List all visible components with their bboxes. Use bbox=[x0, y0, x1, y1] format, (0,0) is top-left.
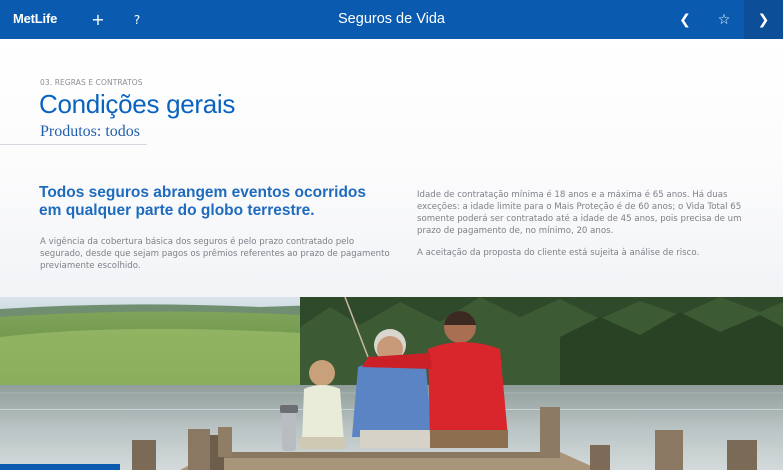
content-panel: 03. REGRAS E CONTRATOS Condições gerais … bbox=[0, 39, 783, 297]
title-divider bbox=[0, 144, 147, 145]
top-bar: MetLife + ? Seguros de Vida ❮ ☆ ❯ bbox=[0, 0, 783, 39]
chevron-right-icon[interactable]: ❯ bbox=[744, 0, 783, 39]
chevron-left-icon[interactable]: ❮ bbox=[670, 0, 700, 39]
age-paragraph: Idade de contratação mínima é 18 anos e … bbox=[417, 190, 742, 236]
section-label: 03. REGRAS E CONTRATOS bbox=[40, 78, 143, 87]
page-subtitle: Produtos: todos bbox=[40, 123, 141, 140]
star-icon[interactable]: ☆ bbox=[709, 0, 739, 39]
headline: Todos seguros abrangem eventos ocorridos… bbox=[39, 184, 367, 219]
risk-paragraph: A aceitação da proposta do cliente está … bbox=[417, 248, 700, 258]
coverage-paragraph: A vigência da cobertura básica dos segur… bbox=[40, 237, 390, 271]
page-title: Condições gerais bbox=[39, 89, 236, 119]
metlife-logo[interactable]: MetLife bbox=[13, 11, 57, 26]
three-generations-fishing-on-pier-photo bbox=[0, 297, 783, 470]
progress-strip bbox=[0, 464, 120, 470]
plus-icon[interactable]: + bbox=[83, 0, 113, 39]
question-icon[interactable]: ? bbox=[122, 0, 152, 39]
app-title: Seguros de Vida bbox=[338, 11, 445, 27]
